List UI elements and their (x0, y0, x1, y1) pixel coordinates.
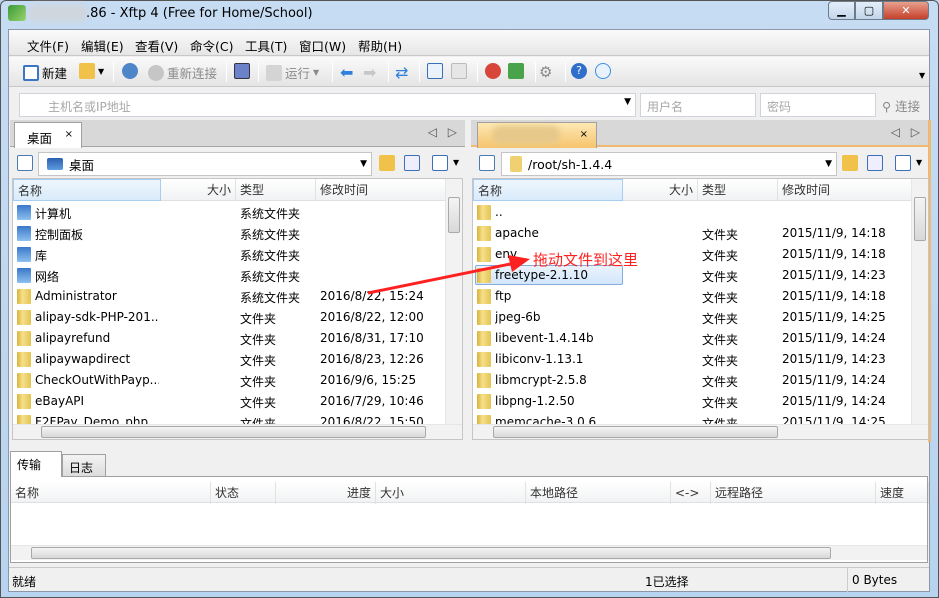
transfer-col[interactable]: 进度 (276, 482, 376, 504)
status-bar: 就绪 1已选择 0 Bytes (9, 567, 929, 592)
drag-hint-text: 拖动文件到这里 (533, 251, 639, 269)
horizontal-scrollbar[interactable] (11, 545, 927, 560)
transfer-col[interactable]: 远程路径 (711, 482, 876, 504)
selection-count: 1已选择 (645, 575, 689, 589)
status-text: 就绪 (12, 575, 37, 589)
transfer-col[interactable]: 速度 (876, 482, 929, 504)
transfer-col[interactable]: 名称 (11, 482, 211, 504)
transfer-col[interactable]: 状态 (211, 482, 276, 504)
transfer-col[interactable]: <-> (671, 482, 711, 504)
tab-transfer[interactable]: 传输 (10, 451, 62, 477)
tab-log[interactable]: 日志 (62, 454, 106, 476)
transfer-col[interactable]: 本地路径 (526, 482, 671, 504)
selection-size: 0 Bytes (847, 568, 901, 592)
transfer-col[interactable]: 大小 (376, 482, 526, 504)
transfer-panel: 传输 日志 名称 状态 进度 大小 本地路径 <-> 远程路径 速度 (10, 451, 929, 563)
